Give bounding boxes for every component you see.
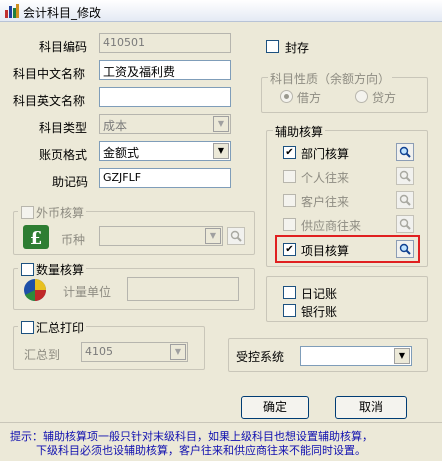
personal-lookup-button[interactable] [396, 167, 414, 185]
bank-journal-label: 银行账 [301, 305, 338, 319]
hint-text: 提示：辅助核算项一般只针对末级科目，如果上级科目也想设置辅助核算， 下级科目必须… [10, 430, 430, 458]
window-title: 会计科目_修改 [23, 6, 102, 20]
hint-line-1: 提示：辅助核算项一般只针对末级科目，如果上级科目也想设置辅助核算， [10, 430, 373, 443]
cn-name-label: 科目中文名称 [13, 67, 86, 81]
summary-title: 汇总打印 [36, 321, 85, 335]
nature-group-title: 科目性质（余额方向） [268, 70, 393, 87]
currency-icon: £ [23, 225, 49, 249]
search-icon [230, 230, 242, 242]
summary-to-select-value: 4105 [85, 345, 113, 358]
credit-label: 贷方 [372, 91, 397, 105]
code-field[interactable]: 410501 [99, 33, 231, 53]
personal-label: 个人往来 [301, 171, 350, 185]
foreign-title: 外币核算 [36, 206, 85, 220]
controlled-select[interactable]: ▼ [300, 346, 412, 366]
cancel-button[interactable]: 取消 [335, 396, 407, 419]
customer-lookup-button[interactable] [396, 191, 414, 209]
currency-label: 币种 [61, 233, 86, 247]
chevron-down-icon[interactable]: ▼ [170, 344, 186, 360]
daily-journal-label: 日记账 [301, 287, 338, 301]
debit-label: 借方 [297, 91, 322, 105]
dept-lookup-button[interactable] [396, 143, 414, 161]
quantity-pie-icon [24, 279, 46, 302]
project-lookup-button[interactable] [396, 240, 414, 258]
seal-checkbox[interactable] [266, 40, 279, 53]
seal-label: 封存 [285, 41, 310, 55]
format-label: 账页格式 [39, 148, 88, 162]
chevron-down-icon[interactable]: ▼ [394, 348, 410, 364]
dept-label: 部门核算 [301, 147, 350, 161]
currency-lookup-button[interactable] [227, 227, 245, 245]
summary-to-select[interactable]: 4105 ▼ [81, 342, 188, 362]
daily-journal-checkbox[interactable] [283, 286, 296, 299]
title-bar[interactable]: 会计科目_修改 [0, 0, 442, 22]
type-select-value: 成本 [103, 119, 128, 133]
format-select[interactable]: 金额式 ▼ [99, 141, 231, 161]
summary-checkbox[interactable] [21, 321, 34, 334]
app-icon [5, 4, 19, 18]
search-icon [399, 194, 411, 206]
chevron-down-icon[interactable]: ▼ [213, 143, 229, 159]
quantity-checkbox[interactable] [21, 263, 34, 276]
personal-checkbox[interactable] [283, 170, 296, 183]
mnemonic-field[interactable]: GZJFLF [99, 168, 231, 188]
summary-to-label: 汇总到 [24, 348, 61, 362]
format-select-value: 金额式 [103, 146, 140, 160]
dept-checkbox[interactable]: ✔ [283, 146, 296, 159]
en-name-field[interactable] [99, 87, 231, 107]
customer-label: 客户往来 [301, 195, 350, 209]
project-label: 项目核算 [301, 244, 350, 258]
hint-divider [0, 422, 442, 423]
ok-button[interactable]: 确定 [241, 396, 309, 419]
chevron-down-icon[interactable]: ▼ [213, 116, 229, 132]
unit-label: 计量单位 [63, 285, 112, 299]
chevron-down-icon[interactable]: ▼ [205, 228, 221, 244]
type-select[interactable]: 成本 ▼ [99, 114, 231, 134]
mnemonic-label: 助记码 [52, 175, 89, 189]
supplier-lookup-button[interactable] [396, 215, 414, 233]
supplier-checkbox[interactable] [283, 218, 296, 231]
search-icon [399, 170, 411, 182]
foreign-checkbox[interactable] [21, 206, 34, 219]
type-label: 科目类型 [39, 121, 88, 135]
controlled-label: 受控系统 [236, 350, 285, 364]
cn-name-field[interactable]: 工资及福利费 [99, 60, 231, 80]
bank-journal-checkbox[interactable] [283, 304, 296, 317]
customer-checkbox[interactable] [283, 194, 296, 207]
supplier-label: 供应商往来 [301, 219, 362, 233]
svg-text:£: £ [30, 228, 43, 249]
credit-radio[interactable] [355, 90, 368, 103]
search-icon [399, 146, 411, 158]
currency-select[interactable]: ▼ [99, 226, 223, 246]
code-label: 科目编码 [39, 40, 88, 54]
search-icon [399, 243, 411, 255]
debit-radio[interactable] [280, 90, 293, 103]
hint-line-2: 下级科目必须也设辅助核算，客户往来和供应商往来不能同时设置。 [36, 444, 366, 457]
auxiliary-group-title: 辅助核算 [273, 123, 326, 140]
project-checkbox[interactable]: ✔ [283, 243, 296, 256]
search-icon [399, 218, 411, 230]
en-name-label: 科目英文名称 [13, 94, 86, 108]
quantity-title: 数量核算 [36, 263, 85, 277]
unit-field[interactable] [127, 277, 239, 301]
